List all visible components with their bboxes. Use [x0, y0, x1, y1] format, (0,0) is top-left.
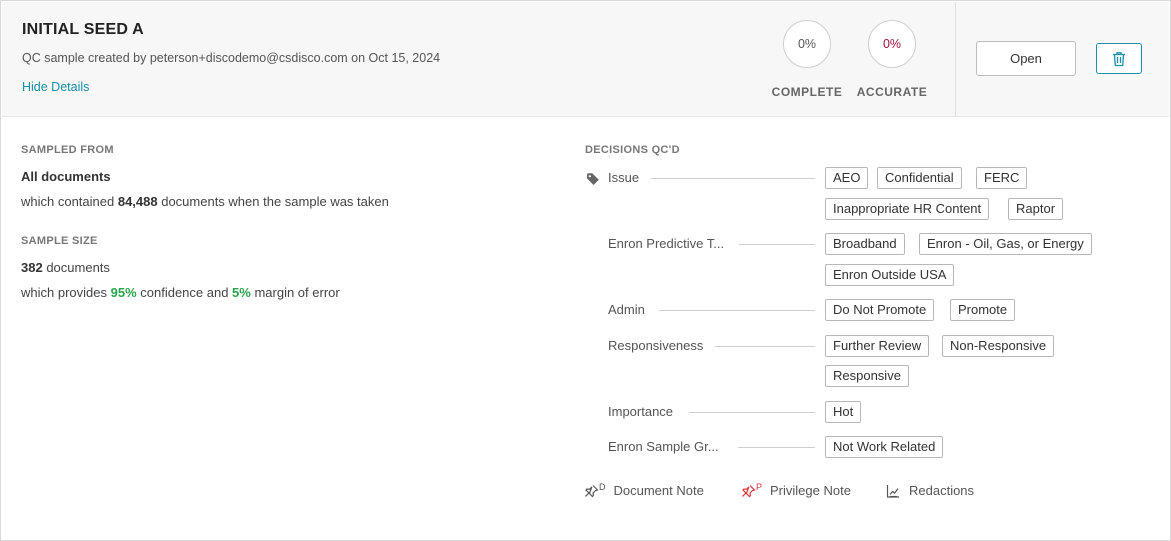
header-divider — [955, 2, 956, 117]
tag-confidential[interactable]: Confidential — [877, 167, 962, 189]
document-count: 84,488 — [117, 194, 158, 209]
tag-enron-outside-usa[interactable]: Enron Outside USA — [825, 264, 955, 286]
redactions-link[interactable]: Redactions — [886, 483, 974, 498]
trash-icon — [1113, 51, 1125, 66]
decision-enron-predictive-line — [739, 244, 815, 245]
privilege-note-superscript: P — [756, 481, 763, 492]
card-header: INITIAL SEED A QC sample created by pete… — [2, 2, 1169, 117]
tag-further-review[interactable]: Further Review — [825, 335, 930, 357]
decision-enron-sample-line — [738, 447, 815, 448]
accurate-stat: 0% ACCURATE — [847, 20, 937, 99]
tag-aeo[interactable]: AEO — [825, 167, 869, 189]
complete-stat: 0% COMPLETE — [762, 20, 852, 99]
decision-admin-line — [659, 310, 815, 311]
complete-circle: 0% — [783, 20, 831, 68]
decision-responsiveness-label: Responsiveness — [608, 338, 704, 353]
privilege-note-link[interactable]: P Privilege Note — [742, 481, 851, 498]
sample-size-value: 382 documents — [21, 260, 110, 275]
redactions-icon — [886, 484, 899, 498]
tag-broadband[interactable]: Broadband — [825, 233, 905, 255]
accurate-label: ACCURATE — [856, 85, 928, 99]
confidence-value: 95% — [110, 285, 137, 300]
decision-issue-label: Issue — [608, 170, 640, 185]
decisions-label: DECISIONS QC'D — [585, 144, 680, 156]
sampled-from-label: SAMPLED FROM — [21, 144, 114, 156]
tag-ferc[interactable]: FERC — [976, 167, 1028, 189]
decision-enron-sample-label: Enron Sample Gr... — [608, 439, 719, 454]
tag-not-work-related[interactable]: Not Work Related — [825, 436, 944, 458]
tag-enron-oil-gas-energy[interactable]: Enron - Oil, Gas, or Energy — [919, 233, 1092, 255]
tag-inappropriate-hr-content[interactable]: Inappropriate HR Content — [825, 198, 990, 220]
decision-responsiveness-line — [715, 346, 815, 347]
tag-promote[interactable]: Promote — [950, 299, 1016, 321]
pin-icon — [585, 484, 599, 497]
hide-details-link[interactable]: Hide Details — [22, 80, 89, 94]
sampled-from-detail: which contained 84,488 documents when th… — [21, 194, 389, 209]
sample-count: 382 — [21, 260, 43, 275]
complete-label: COMPLETE — [771, 85, 843, 99]
document-note-label: Document Note — [613, 483, 704, 498]
privilege-pin-icon — [742, 484, 756, 497]
decision-importance-line — [689, 412, 815, 413]
margin-value: 5% — [232, 285, 251, 300]
open-button[interactable]: Open — [976, 41, 1076, 76]
tag-icon — [587, 173, 599, 185]
decision-admin-label: Admin — [608, 302, 645, 317]
sampled-from-value: All documents — [21, 169, 111, 184]
decision-importance-label: Importance — [608, 404, 674, 419]
delete-button[interactable] — [1096, 43, 1142, 74]
tag-do-not-promote[interactable]: Do Not Promote — [825, 299, 935, 321]
qc-sample-card: INITIAL SEED A QC sample created by pete… — [0, 0, 1171, 541]
document-note-superscript: D — [599, 481, 606, 492]
redactions-label: Redactions — [909, 483, 975, 498]
sample-subtitle: QC sample created by peterson+discodemo@… — [22, 51, 441, 65]
sample-title: INITIAL SEED A — [22, 21, 144, 38]
tag-responsive[interactable]: Responsive — [825, 365, 909, 387]
decision-enron-predictive-label: Enron Predictive T... — [608, 236, 725, 251]
privilege-note-label: Privilege Note — [770, 483, 851, 498]
document-note-link[interactable]: D Document Note — [585, 481, 704, 498]
accurate-circle: 0% — [868, 20, 916, 68]
decision-issue-line — [651, 178, 815, 179]
tag-hot[interactable]: Hot — [825, 401, 862, 423]
sample-size-detail: which provides 95% confidence and 5% mar… — [21, 285, 340, 300]
tag-raptor[interactable]: Raptor — [1008, 198, 1064, 220]
tag-non-responsive[interactable]: Non-Responsive — [942, 335, 1055, 357]
sample-size-label: SAMPLE SIZE — [21, 235, 98, 247]
